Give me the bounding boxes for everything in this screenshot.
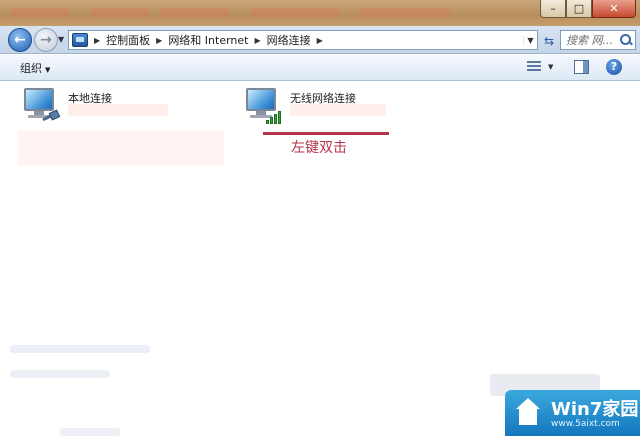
- blurred-tab: [360, 8, 450, 18]
- close-icon: ✕: [609, 2, 619, 15]
- view-list-icon-line: [527, 69, 541, 71]
- chevron-down-icon: ▼: [45, 66, 51, 74]
- close-button[interactable]: ✕: [592, 0, 636, 18]
- redacted-area: [18, 130, 224, 166]
- blurred-text: [60, 428, 120, 436]
- arrow-left-icon: ←: [14, 32, 26, 48]
- blurred-text: [10, 370, 110, 378]
- back-button[interactable]: ←: [8, 28, 32, 52]
- recent-pages-dropdown[interactable]: ▼: [58, 35, 64, 44]
- network-cable-icon: [40, 110, 60, 122]
- command-bar: 组织 ▼ ▼ ?: [0, 55, 640, 81]
- annotation-underline: [263, 132, 389, 135]
- search-box[interactable]: 搜索 网...: [560, 30, 636, 50]
- help-button[interactable]: ?: [606, 59, 622, 75]
- navigation-bar: ← → ▼ ▶ 控制面板 ▶ 网络和 Internet ▶ 网络连接 ▶ ▼ ⇆…: [0, 26, 640, 54]
- breadcrumb-network-internet[interactable]: 网络和 Internet: [168, 32, 248, 48]
- blurred-text: [10, 345, 150, 353]
- breadcrumb-separator-icon[interactable]: ▶: [94, 36, 100, 45]
- address-dropdown[interactable]: ▼: [523, 35, 537, 45]
- view-list-icon: [527, 61, 541, 63]
- breadcrumb-separator-icon[interactable]: ▶: [156, 36, 162, 45]
- breadcrumb-separator-icon[interactable]: ▶: [317, 36, 323, 45]
- refresh-button[interactable]: ⇆: [541, 33, 557, 49]
- organize-label: 组织: [20, 62, 42, 75]
- breadcrumb-control-panel[interactable]: 控制面板: [106, 32, 150, 48]
- signal-strength-icon: [266, 110, 284, 124]
- view-options-dropdown[interactable]: ▼: [548, 63, 553, 71]
- redacted-text: [290, 104, 386, 116]
- chevron-down-icon: ▼: [527, 35, 534, 45]
- breadcrumb-network-connections[interactable]: 网络连接: [267, 32, 311, 48]
- maximize-button[interactable]: □: [566, 0, 592, 18]
- help-icon: ?: [610, 60, 618, 73]
- redacted-text: [68, 104, 168, 116]
- organize-button[interactable]: 组织 ▼: [20, 60, 50, 76]
- blurred-tab: [160, 8, 230, 18]
- arrow-right-icon: →: [40, 32, 52, 48]
- breadcrumb-separator-icon[interactable]: ▶: [255, 36, 261, 45]
- minimize-button[interactable]: –: [540, 0, 566, 18]
- blurred-tab: [250, 8, 340, 18]
- search-icon[interactable]: [619, 33, 633, 47]
- change-view-button[interactable]: [527, 61, 541, 73]
- preview-pane-button[interactable]: [574, 60, 589, 74]
- forward-button[interactable]: →: [34, 28, 58, 52]
- house-logo-icon: [513, 398, 543, 428]
- control-panel-icon: [72, 33, 88, 47]
- watermark-url: www.5aixt.com: [551, 419, 620, 429]
- connection-item-local[interactable]: 本地连接: [18, 86, 228, 166]
- blurred-tab: [90, 8, 150, 18]
- site-watermark: Win7家园 www.5aixt.com: [505, 390, 640, 436]
- watermark-title: Win7家园: [551, 399, 639, 420]
- window-controls: – □ ✕: [540, 0, 636, 18]
- blurred-tab: [10, 8, 70, 18]
- refresh-icon: ⇆: [543, 34, 555, 48]
- view-list-icon-line: [527, 65, 541, 67]
- connection-item-wireless[interactable]: 无线网络连接: [242, 86, 402, 130]
- chevron-down-icon: ▼: [548, 63, 554, 71]
- address-bar[interactable]: ▶ 控制面板 ▶ 网络和 Internet ▶ 网络连接 ▶ ▼: [68, 30, 538, 50]
- title-bar[interactable]: – □ ✕: [0, 0, 640, 26]
- annotation-text: 左键双击: [291, 140, 347, 156]
- maximize-icon: □: [573, 2, 585, 15]
- search-input[interactable]: 搜索 网...: [566, 32, 619, 48]
- minimize-icon: –: [550, 2, 556, 15]
- chevron-down-icon: ▼: [58, 35, 65, 44]
- file-list: 本地连接 无线网络连接 左键双击: [0, 82, 640, 436]
